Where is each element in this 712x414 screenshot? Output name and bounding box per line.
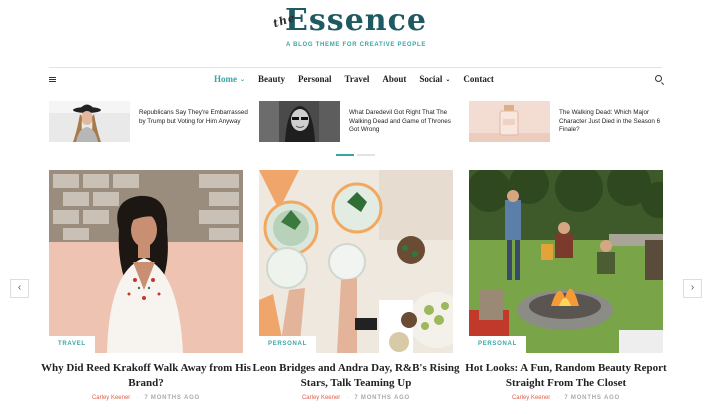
chevron-down-icon: ⌄ — [240, 77, 246, 83]
category-badge[interactable]: TRAVEL — [49, 336, 95, 353]
pagination-dot[interactable] — [357, 154, 375, 156]
meta-separator: · — [346, 395, 349, 401]
search-icon[interactable] — [655, 75, 662, 82]
trending-item[interactable]: What Daredevil Got Right That The Walkin… — [259, 101, 459, 143]
trending-posts: Republicans Say They're Embarrassed by T… — [49, 101, 663, 143]
trending-item[interactable]: Republicans Say They're Embarrassed by T… — [49, 101, 249, 143]
carousel-next-button[interactable]: › — [683, 279, 702, 298]
logo-wordmark: the Essence — [271, 3, 427, 38]
meta-separator: · — [136, 395, 139, 401]
nav-menu: Home ⌄ Beauty Personal Travel About Socia… — [214, 74, 494, 84]
main-nav: Home ⌄ Beauty Personal Travel About Socia… — [49, 67, 662, 91]
nav-item-beauty[interactable]: Beauty — [258, 74, 285, 84]
site-logo[interactable]: the Essence — [0, 4, 712, 38]
nav-item-personal[interactable]: Personal — [298, 74, 332, 84]
post-image[interactable]: PERSONAL — [469, 170, 663, 353]
post-title[interactable]: Hot Looks: A Fun, Random Beauty Report S… — [461, 361, 671, 391]
category-badge[interactable]: PERSONAL — [259, 336, 316, 353]
site-tagline: A BLOG THEME FOR CREATIVE PEOPLE — [285, 42, 427, 48]
post-meta: Carley Keener · 7 MONTHS AGO — [49, 395, 243, 401]
trending-title[interactable]: The Walking Dead: Which Major Character … — [559, 109, 671, 135]
post-image[interactable]: PERSONAL — [259, 170, 453, 353]
carousel-prev-button[interactable]: ‹ — [10, 279, 29, 298]
nav-item-travel[interactable]: Travel — [345, 74, 370, 84]
trending-thumbnail[interactable] — [259, 101, 340, 142]
nav-item-contact[interactable]: Contact — [463, 74, 494, 84]
chevron-right-icon: › — [690, 282, 695, 293]
trending-title[interactable]: What Daredevil Got Right That The Walkin… — [349, 109, 461, 135]
pagination-dot-active[interactable] — [336, 154, 354, 156]
category-badge[interactable]: PERSONAL — [469, 336, 526, 353]
post-title[interactable]: Leon Bridges and Andra Day, R&B's Rising… — [251, 361, 461, 391]
post-author[interactable]: Carley Keener — [92, 395, 130, 401]
trending-item[interactable]: The Walking Dead: Which Major Character … — [469, 101, 663, 143]
nav-item-home[interactable]: Home ⌄ — [214, 74, 245, 84]
post-date: 7 MONTHS AGO — [354, 395, 411, 401]
post-meta: Carley Keener · 7 MONTHS AGO — [469, 395, 663, 401]
chevron-left-icon: ‹ — [17, 282, 22, 293]
slider-pagination — [336, 154, 376, 156]
post-image[interactable]: TRAVEL — [49, 170, 243, 353]
nav-item-social[interactable]: Social ⌄ — [419, 74, 450, 84]
logo-text: Essence — [285, 3, 427, 38]
post-date: 7 MONTHS AGO — [144, 395, 201, 401]
post-meta: Carley Keener · 7 MONTHS AGO — [259, 395, 453, 401]
trending-thumbnail[interactable] — [469, 101, 550, 142]
post-author[interactable]: Carley Keener — [512, 395, 550, 401]
hamburger-menu-icon[interactable] — [49, 77, 56, 82]
meta-separator: · — [556, 395, 559, 401]
nav-item-about[interactable]: About — [382, 74, 406, 84]
post-title[interactable]: Why Did Reed Krakoff Walk Away from His … — [41, 361, 251, 391]
post-date: 7 MONTHS AGO — [564, 395, 621, 401]
post-author[interactable]: Carley Keener — [302, 395, 340, 401]
trending-thumbnail[interactable] — [49, 101, 130, 142]
chevron-down-icon: ⌄ — [445, 77, 451, 83]
trending-title[interactable]: Republicans Say They're Embarrassed by T… — [139, 109, 251, 126]
